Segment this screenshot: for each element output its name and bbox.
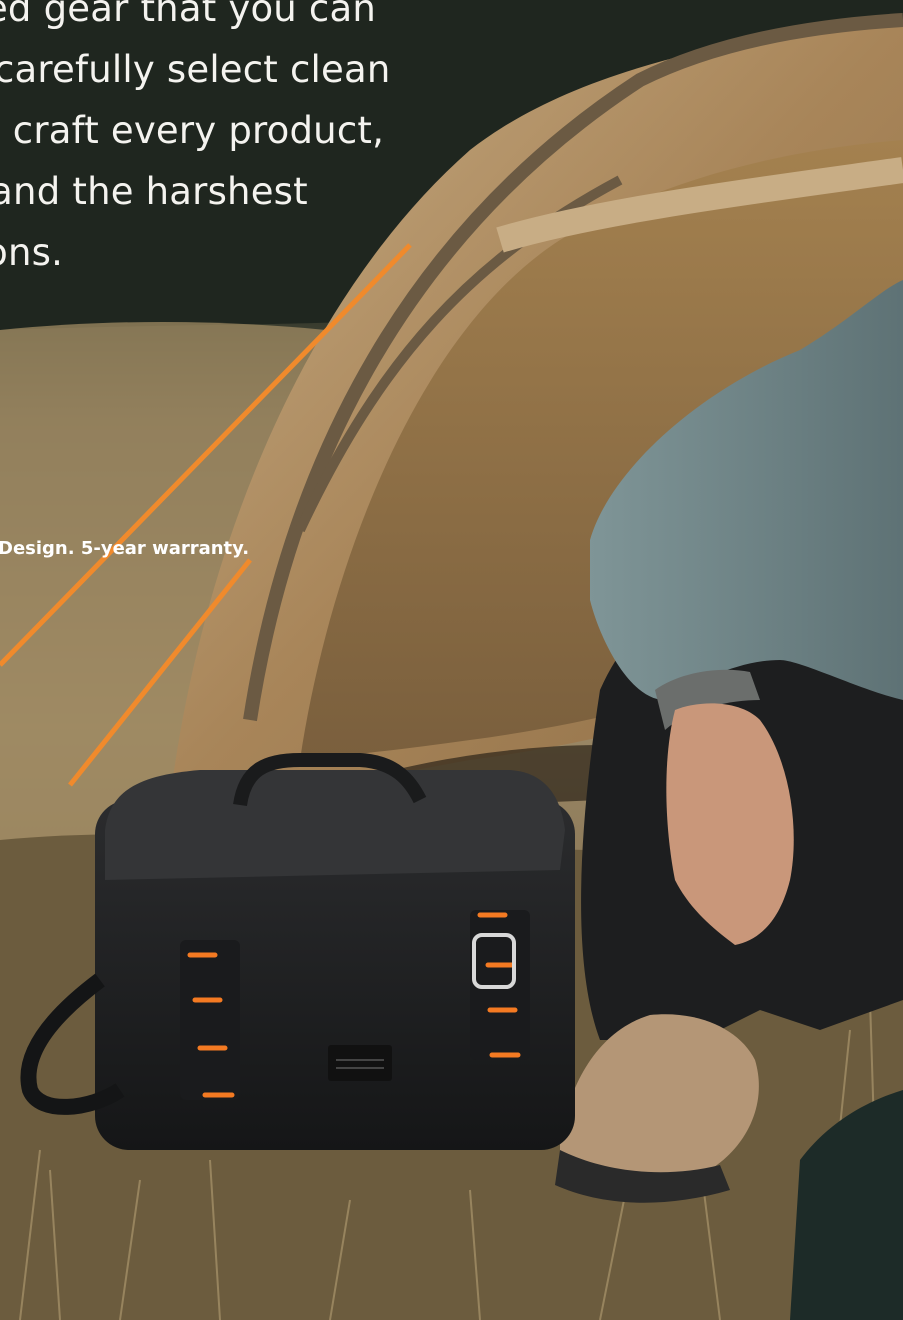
hero-copy-line: stand the harshest (0, 170, 308, 213)
feature-tagline: Design. 5-year warranty. (0, 538, 250, 559)
hero-copy-line: carefully select clean (0, 48, 391, 91)
hero-copy-line: tions. (0, 231, 64, 274)
hero-copy: eed gear that you can carefully select c… (0, 0, 440, 283)
hero-copy-line: o craft every product, (0, 109, 385, 152)
hero-section: eed gear that you can carefully select c… (0, 0, 903, 1320)
cooler-bag-image (20, 753, 575, 1150)
hero-copy-line: eed gear that you can (0, 0, 376, 30)
